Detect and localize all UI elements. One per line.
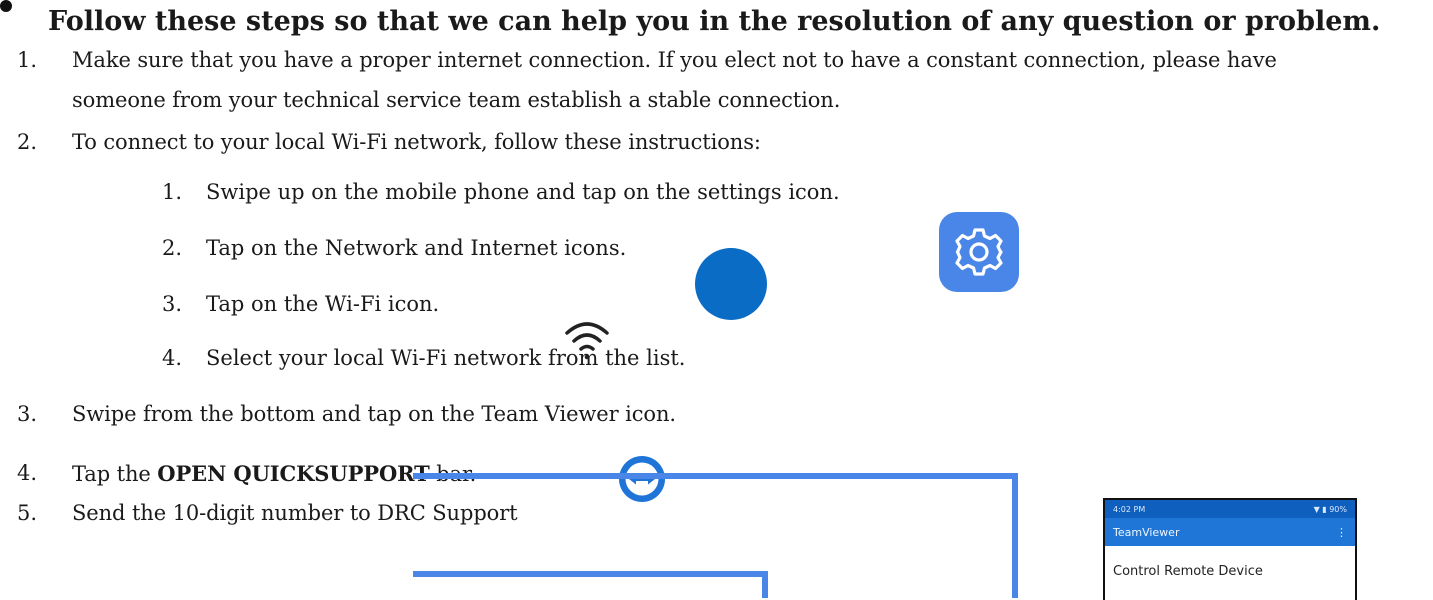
substep-3-text: Tap on the Wi-Fi icon. [206,292,440,316]
wifi-icon [563,319,611,367]
network-internet-icon [695,248,767,320]
phone-signal: ▼ ▮ 90% [1313,504,1347,514]
page-heading: Follow these steps so that we can help y… [48,6,1381,37]
step-3-text: Swipe from the bottom and tap on the Tea… [72,402,676,426]
step-1-text-line2: someone from your technical service team… [72,88,841,112]
step-2-number: 2. [17,130,38,154]
settings-gear-icon [939,212,1019,292]
step-4-prefix: Tap the [72,462,158,486]
control-remote-device-item: Control Remote Device [1113,564,1263,579]
step-1-text-line1: Make sure that you have a proper interne… [72,48,1277,72]
phone-time: 4:02 PM [1113,504,1146,514]
heading-bullet [0,0,12,12]
phone-body: Control Remote Device [1105,546,1355,579]
step-4-connector-vertical [1012,473,1018,598]
substep-2-text: Tap on the Network and Internet icons. [206,236,627,260]
gear-icon [955,228,1003,276]
step-1-number: 1. [17,48,38,72]
step-5-text: Send the 10-digit number to DRC Support [72,501,518,525]
step-4-connector-horizontal [413,473,1016,479]
substep-4-number: 4. [162,346,183,370]
step-5-connector-horizontal [413,571,766,577]
step-2-text: To connect to your local Wi-Fi network, … [72,130,761,154]
teamviewer-icon [618,455,666,507]
teamviewer-phone-screenshot: 4:02 PM ▼ ▮ 90% TeamViewer ⋮ Control Rem… [1103,498,1357,600]
step-5-connector-vertical [762,571,768,598]
step-5-number: 5. [17,501,38,525]
substep-2-number: 2. [162,236,183,260]
substep-1-number: 1. [162,180,183,204]
phone-app-title: TeamViewer [1113,525,1180,539]
step-4-number: 4. [17,461,38,485]
step-4-bold: OPEN QUICKSUPPORT [157,461,430,486]
substep-1-text: Swipe up on the mobile phone and tap on … [206,180,840,204]
phone-status-bar: 4:02 PM ▼ ▮ 90% [1105,500,1355,518]
phone-menu-icon: ⋮ [1336,525,1347,539]
phone-app-bar: TeamViewer ⋮ [1105,518,1355,546]
substep-4-text: Select your local Wi-Fi network from the… [206,346,686,370]
substep-3-number: 3. [162,292,183,316]
step-3-number: 3. [17,402,38,426]
